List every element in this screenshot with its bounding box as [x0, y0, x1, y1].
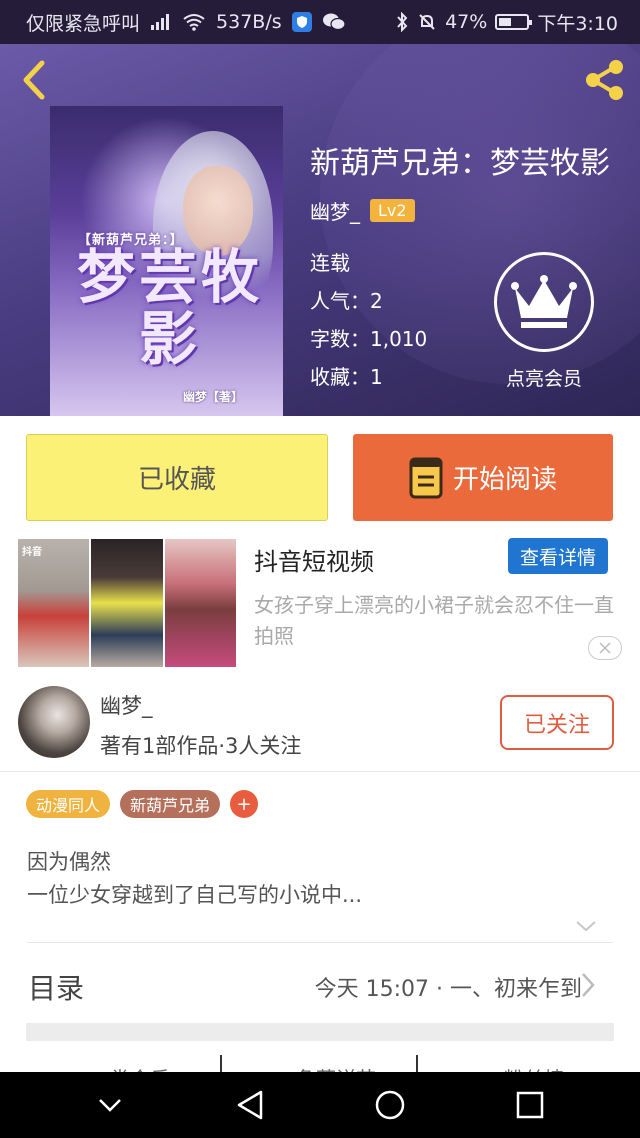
tab-separator — [416, 1055, 418, 1072]
ad-title[interactable]: 抖音短视频 — [254, 542, 374, 577]
action-buttons: 已收藏 开始阅读 — [0, 416, 640, 534]
status-left: 仅限紧急呼叫 537B/s — [26, 9, 346, 36]
ad-description: 女孩子穿上漂亮的小裙子就会忍不住一直拍照 — [254, 593, 614, 648]
book-header: 【新葫芦兄弟：】 梦芸牧影 幽梦【著】 新葫芦兄弟：梦芸牧影 幽梦_ Lv2 连… — [0, 44, 640, 416]
ad-thumbnail-1: 抖音 — [18, 539, 90, 667]
book-popularity: 人气：2 — [310, 289, 383, 313]
chevron-down-icon — [99, 1099, 121, 1112]
close-icon — [599, 642, 611, 654]
wifi-icon — [182, 13, 206, 31]
avatar[interactable] — [18, 686, 90, 758]
shield-app-icon — [291, 12, 312, 32]
cover-title-text: 梦芸牧影 — [76, 243, 263, 373]
battery-percent-text: 47% — [445, 11, 488, 33]
tab-peek-3[interactable]: 粉丝榜 — [504, 1063, 564, 1072]
cover-author-text: 幽梦【著】 — [182, 390, 243, 404]
ad-close-button[interactable] — [588, 636, 622, 660]
intro-line-1: 因为偶然 — [27, 850, 111, 874]
recents-square-icon — [516, 1091, 544, 1119]
follow-button[interactable]: 已关注 — [500, 695, 614, 750]
author-section-stats: 著有1部作品·3人关注 — [100, 734, 302, 758]
start-reading-label: 开始阅读 — [452, 465, 557, 495]
table-of-contents-row[interactable]: 目录 今天 15:07 · 一、初来乍到 — [0, 943, 640, 1027]
chevron-right-icon — [582, 973, 595, 997]
ad-thumb-tag: 抖音 — [22, 547, 42, 558]
tab-peek-2[interactable]: 角蕃详节 — [296, 1063, 376, 1072]
book-meta: 连载 人气：2 字数：1,010 收藏：1 — [310, 244, 427, 396]
home-circle-icon — [375, 1090, 405, 1120]
nav-back-button[interactable] — [225, 1080, 275, 1130]
book-word-count: 字数：1,010 — [310, 327, 428, 351]
status-bar: 仅限紧急呼叫 537B/s 47% 下午3:10 — [0, 0, 640, 44]
vip-button[interactable]: 点亮会员 — [492, 252, 596, 391]
nav-hide-button[interactable] — [85, 1080, 135, 1130]
author-section-name[interactable]: 幽梦_ — [100, 690, 153, 720]
mute-bell-icon — [417, 12, 437, 32]
author-section: 幽梦_ 著有1部作品·3人关注 已关注 — [0, 672, 640, 772]
clock-text: 下午3:10 — [537, 12, 618, 35]
collected-button[interactable]: 已收藏 — [26, 434, 328, 521]
system-nav-bar — [0, 1072, 640, 1138]
nav-home-button[interactable] — [365, 1080, 415, 1130]
back-triangle-icon — [237, 1090, 263, 1120]
start-reading-button[interactable]: 开始阅读 — [353, 434, 613, 521]
book-cover[interactable]: 【新葫芦兄弟：】 梦芸牧影 幽梦【著】 — [50, 106, 283, 416]
share-icon — [586, 60, 623, 100]
book-title: 新葫芦兄弟：梦芸牧影 — [310, 146, 610, 181]
tabs-peek: 类会反 角蕃详节 粉丝榜 — [0, 1041, 640, 1072]
back-arrow-icon — [23, 60, 45, 100]
ad-thumbnails[interactable]: 抖音 — [18, 539, 236, 667]
crown-icon — [511, 275, 577, 328]
carrier-text: 仅限紧急呼叫 — [26, 12, 141, 35]
battery-level — [499, 18, 512, 26]
toc-latest-chapter: 今天 15:07 · 一、初来乍到 — [314, 977, 582, 1002]
status-right: 47% 下午3:10 — [395, 9, 618, 36]
back-button[interactable] — [16, 58, 52, 102]
author-name[interactable]: 幽梦_ — [310, 196, 360, 225]
vip-circle — [494, 252, 594, 352]
author-level-badge: Lv2 — [370, 199, 415, 222]
book-icon — [409, 457, 443, 498]
vip-label: 点亮会员 — [505, 368, 582, 390]
net-speed-text: 537B/s — [216, 11, 282, 33]
ad-detail-button[interactable]: 查看详情 — [508, 538, 608, 574]
ad-thumbnail-2 — [91, 539, 163, 667]
add-tag-button[interactable]: + — [230, 790, 259, 818]
tab-separator — [220, 1055, 222, 1072]
signal-icon — [150, 13, 172, 31]
battery-icon — [495, 14, 533, 30]
ad-thumbnail-3 — [164, 539, 236, 667]
section-separator — [26, 1023, 614, 1041]
book-intro[interactable]: 因为偶然 一位少女穿越到了自己写的小说中... — [27, 846, 362, 912]
intro-line-2: 一位少女穿越到了自己写的小说中... — [27, 883, 363, 907]
tag-anime-fanfic[interactable]: 动漫同人 — [26, 790, 111, 818]
author-row: 幽梦_ Lv2 — [310, 196, 415, 225]
bluetooth-icon — [395, 12, 409, 32]
share-button[interactable] — [580, 56, 628, 104]
collected-label: 已收藏 — [137, 465, 216, 495]
ad-banner[interactable]: 抖音 抖音短视频 查看详情 女孩子穿上漂亮的小裙子就会忍不住一直拍照 — [0, 534, 640, 672]
tag-calabash-brothers[interactable]: 新葫芦兄弟 — [120, 790, 221, 818]
tab-peek-1[interactable]: 类会反 — [110, 1063, 170, 1072]
wechat-icon — [322, 12, 346, 32]
book-status: 连载 — [310, 251, 350, 275]
book-favorites: 收藏：1 — [310, 365, 383, 389]
chevron-down-icon[interactable] — [574, 914, 598, 938]
nav-recents-button[interactable] — [505, 1080, 555, 1130]
toc-title: 目录 — [28, 972, 85, 1005]
tag-list: 动漫同人 新葫芦兄弟 + — [26, 790, 259, 818]
